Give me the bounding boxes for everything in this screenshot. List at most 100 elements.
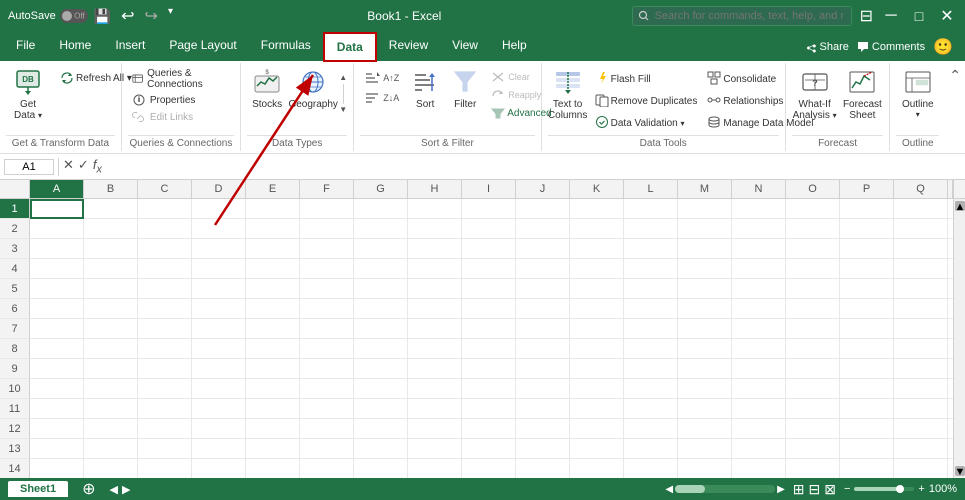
grid-cell[interactable] xyxy=(30,379,84,399)
grid-cell[interactable] xyxy=(732,279,786,299)
grid-cell[interactable] xyxy=(732,379,786,399)
grid-cell[interactable] xyxy=(732,399,786,419)
grid-cell[interactable] xyxy=(732,459,786,478)
quick-access-more[interactable]: ▾ xyxy=(164,4,177,28)
grid-cell[interactable] xyxy=(354,259,408,279)
grid-cell[interactable] xyxy=(840,219,894,239)
grid-cell[interactable] xyxy=(678,439,732,459)
queries-connections-button[interactable]: Queries & Connections xyxy=(128,67,234,91)
col-header-p[interactable]: P xyxy=(840,180,894,198)
col-header-a[interactable]: A xyxy=(30,180,84,198)
get-data-button[interactable]: DB Get Data ▾ xyxy=(6,65,50,123)
grid-cell[interactable] xyxy=(246,379,300,399)
row-num-12[interactable]: 12 xyxy=(0,419,30,439)
grid-cell[interactable] xyxy=(840,439,894,459)
tab-review[interactable]: Review xyxy=(377,32,440,61)
remove-duplicates-button[interactable]: Remove Duplicates xyxy=(592,91,701,111)
grid-cell[interactable] xyxy=(84,359,138,379)
grid-cell[interactable] xyxy=(516,439,570,459)
col-header-c[interactable]: C xyxy=(138,180,192,198)
scroll-right-btn[interactable]: ▶ xyxy=(777,484,785,495)
outline-button[interactable]: Outline ▾ xyxy=(896,65,939,121)
stocks-button[interactable]: $ Stocks xyxy=(247,65,287,112)
grid-cell[interactable] xyxy=(678,319,732,339)
grid-cell[interactable] xyxy=(516,299,570,319)
grid-cell[interactable] xyxy=(192,259,246,279)
grid-cell[interactable] xyxy=(192,299,246,319)
grid-cell[interactable] xyxy=(354,359,408,379)
grid-cell[interactable] xyxy=(138,459,192,478)
grid-cell[interactable] xyxy=(732,219,786,239)
grid-cell[interactable] xyxy=(30,399,84,419)
scroll-left-btn[interactable]: ◀ xyxy=(665,484,673,495)
row-num-3[interactable]: 3 xyxy=(0,239,30,259)
grid-cell[interactable] xyxy=(516,239,570,259)
grid-cell[interactable] xyxy=(732,419,786,439)
col-header-h[interactable]: H xyxy=(408,180,462,198)
cancel-formula-button[interactable]: ✕ xyxy=(63,157,74,176)
grid-cell[interactable] xyxy=(300,459,354,478)
grid-cell[interactable] xyxy=(678,359,732,379)
grid-cell[interactable] xyxy=(138,439,192,459)
grid-cell[interactable] xyxy=(570,299,624,319)
data-types-scroll-up[interactable]: ▲ xyxy=(339,73,347,83)
grid-cell[interactable] xyxy=(300,439,354,459)
autosave-button[interactable]: Off xyxy=(60,9,88,23)
grid-cell[interactable] xyxy=(786,399,840,419)
properties-button[interactable]: Properties xyxy=(128,92,200,108)
tab-insert[interactable]: Insert xyxy=(103,32,157,61)
grid-cell[interactable] xyxy=(732,259,786,279)
grid-cell[interactable] xyxy=(570,459,624,478)
grid-cell[interactable] xyxy=(246,419,300,439)
grid-cell[interactable] xyxy=(354,219,408,239)
search-input[interactable] xyxy=(632,6,852,26)
scroll-down-arrow[interactable]: ▼ xyxy=(955,466,965,476)
cell-reference-box[interactable] xyxy=(4,159,54,175)
grid-cell[interactable] xyxy=(894,459,948,478)
grid-cell[interactable] xyxy=(732,199,786,219)
grid-cell[interactable] xyxy=(192,459,246,478)
grid-cell[interactable] xyxy=(138,379,192,399)
grid-cell[interactable] xyxy=(786,339,840,359)
col-header-f[interactable]: F xyxy=(300,180,354,198)
confirm-formula-button[interactable]: ✓ xyxy=(78,157,89,176)
row-num-2[interactable]: 2 xyxy=(0,219,30,239)
row-num-1[interactable]: 1 xyxy=(0,199,30,219)
add-sheet-button[interactable]: ⊕ xyxy=(76,479,101,499)
grid-cell[interactable] xyxy=(516,359,570,379)
grid-cell[interactable] xyxy=(84,239,138,259)
grid-cell[interactable] xyxy=(894,339,948,359)
grid-cell[interactable] xyxy=(354,299,408,319)
grid-cell[interactable] xyxy=(192,279,246,299)
sort-button[interactable]: Sort xyxy=(407,65,443,112)
grid-cell[interactable] xyxy=(192,339,246,359)
grid-cell[interactable] xyxy=(840,279,894,299)
grid-cell[interactable] xyxy=(354,419,408,439)
col-header-e[interactable]: E xyxy=(246,180,300,198)
row-num-6[interactable]: 6 xyxy=(0,299,30,319)
grid-cell[interactable] xyxy=(732,239,786,259)
grid-cell[interactable] xyxy=(462,239,516,259)
grid-cell[interactable] xyxy=(894,379,948,399)
grid-cell[interactable] xyxy=(624,359,678,379)
grid-cell[interactable] xyxy=(786,259,840,279)
formula-input[interactable] xyxy=(106,161,961,173)
page-layout-view-button[interactable]: ⊟ xyxy=(809,481,821,498)
grid-cell[interactable] xyxy=(354,339,408,359)
grid-cell[interactable] xyxy=(138,399,192,419)
grid-cell[interactable] xyxy=(894,419,948,439)
zoom-out-button[interactable]: − xyxy=(844,483,850,495)
grid-cell[interactable] xyxy=(300,199,354,219)
tab-formulas[interactable]: Formulas xyxy=(249,32,323,61)
grid-cell[interactable] xyxy=(624,299,678,319)
grid-cell[interactable] xyxy=(462,419,516,439)
grid-cell[interactable] xyxy=(840,359,894,379)
grid-cell[interactable] xyxy=(894,399,948,419)
grid-cell[interactable] xyxy=(570,439,624,459)
grid-cell[interactable] xyxy=(678,419,732,439)
grid-cell[interactable] xyxy=(840,259,894,279)
grid-cell[interactable] xyxy=(138,219,192,239)
grid-cell[interactable] xyxy=(462,319,516,339)
grid-cell[interactable] xyxy=(30,259,84,279)
grid-cell[interactable] xyxy=(300,219,354,239)
